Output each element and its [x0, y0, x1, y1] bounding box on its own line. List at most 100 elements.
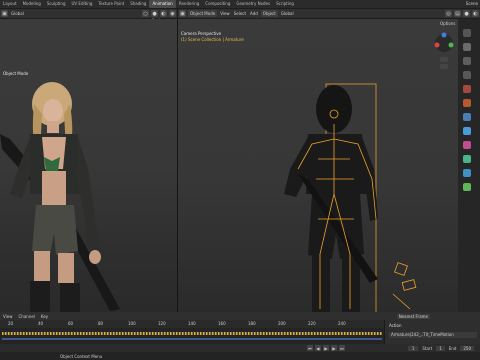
- output-properties-icon[interactable]: [463, 57, 471, 65]
- shading-material-icon[interactable]: ◐: [160, 10, 167, 17]
- zoom-icon: [440, 57, 448, 62]
- left-viewport-header: ▣ Global ○ ● ◐ ◉ Options: [0, 9, 177, 23]
- ruler-tick: 40: [38, 321, 44, 326]
- ruler-tick: 180: [248, 321, 256, 326]
- shading-material-icon[interactable]: ◐: [472, 10, 479, 17]
- keyframe-track[interactable]: [0, 328, 384, 344]
- timeline-menu-view[interactable]: View: [3, 314, 13, 319]
- properties-sidebar: [458, 19, 480, 312]
- wireframe-character: [284, 83, 417, 312]
- workspace-tab[interactable]: Texture Paint: [95, 0, 127, 8]
- ruler-tick: 20: [8, 321, 14, 326]
- workspace-tab[interactable]: Scripting: [273, 0, 297, 8]
- ruler-tick: 60: [68, 321, 74, 326]
- shading-render-icon[interactable]: ◉: [169, 10, 176, 17]
- modifier-properties-icon[interactable]: [463, 127, 471, 135]
- gizmo-y-axis: [448, 42, 454, 48]
- start-label: Start: [422, 345, 433, 351]
- menu-view[interactable]: View: [220, 11, 230, 16]
- next-key-icon[interactable]: ▶: [330, 345, 337, 351]
- playback-bar: ⏮ ◀ ▶ ▶ ⏭ 1 Start 1 End 250: [0, 344, 480, 352]
- neck: [47, 121, 59, 133]
- workspace-tab[interactable]: Compositing: [202, 0, 233, 8]
- workspace-tab[interactable]: Sculpting: [44, 0, 69, 8]
- render-properties-icon[interactable]: [463, 43, 471, 51]
- scene-selector[interactable]: Scene: [466, 1, 478, 6]
- workspace-tab[interactable]: Layout: [0, 0, 20, 8]
- timeline-menu-key[interactable]: Key: [41, 314, 48, 319]
- action-name-field[interactable]: Armature|242_..Tlt_TimeMotion: [389, 332, 477, 338]
- keyframe-row: [2, 332, 382, 335]
- end-field[interactable]: 250: [460, 345, 474, 351]
- status-text: Object Context Menu: [60, 353, 103, 359]
- workspace-tab[interactable]: UV Editing: [69, 0, 96, 8]
- wire-right-leg: [342, 257, 360, 312]
- shading-wire-icon[interactable]: ○: [142, 10, 149, 17]
- current-frame-field[interactable]: 1: [407, 345, 419, 351]
- left-view-label: Object Mode: [3, 71, 29, 76]
- wire-left-leg: [312, 255, 330, 312]
- view-layer-icon[interactable]: [463, 71, 471, 79]
- gizmo-x-axis: [434, 42, 440, 48]
- menu-add[interactable]: Add: [250, 11, 258, 16]
- particles-icon[interactable]: [463, 141, 471, 149]
- left-orientation[interactable]: Global: [11, 11, 24, 16]
- physics-icon[interactable]: [463, 155, 471, 163]
- shading-solid-icon[interactable]: ●: [463, 10, 470, 17]
- end-label: End: [448, 345, 457, 351]
- jump-end-icon[interactable]: ⏭: [338, 345, 345, 351]
- shorts: [32, 205, 78, 255]
- timeline-header: View Channel Key Nearest Frame: [0, 312, 480, 320]
- right-boot: [60, 283, 80, 312]
- workspace-tab[interactable]: Rendering: [176, 0, 202, 8]
- gizmo-z-axis: [441, 32, 447, 38]
- menu-object[interactable]: Object: [260, 10, 278, 17]
- ruler-tick: 220: [308, 321, 316, 326]
- workspace-tab-active[interactable]: Animation: [149, 0, 176, 8]
- left-viewport[interactable]: Object Mode: [0, 19, 177, 312]
- action-panel-title: Action: [389, 323, 402, 328]
- ruler-tick: 120: [158, 321, 166, 326]
- jump-start-icon[interactable]: ⏮: [306, 345, 313, 351]
- right-options[interactable]: Options: [440, 21, 455, 26]
- menu-select[interactable]: Select: [234, 11, 246, 16]
- ruler-tick: 140: [188, 321, 196, 326]
- workspace-bar: Layout Modeling Sculpting UV Editing Tex…: [0, 0, 480, 8]
- editor-type-icon[interactable]: ▣: [179, 10, 186, 17]
- status-bar: Object Context Menu: [0, 352, 480, 360]
- action-panel: Action Armature|242_..Tlt_TimeMotion: [384, 320, 480, 344]
- xray-icon[interactable]: ▤: [454, 10, 461, 17]
- right-hand: [89, 250, 101, 264]
- belly: [42, 171, 66, 205]
- orientation-dropdown[interactable]: Global: [281, 11, 294, 16]
- tool-properties-icon[interactable]: [463, 29, 471, 37]
- ruler-tick: 160: [218, 321, 226, 326]
- left-boot: [30, 281, 50, 312]
- editor-type-icon[interactable]: ▣: [1, 10, 8, 17]
- start-field[interactable]: 1: [436, 345, 445, 351]
- object-properties-icon[interactable]: [463, 113, 471, 121]
- play-icon[interactable]: ▶: [322, 345, 329, 351]
- timeline-menu-channel[interactable]: Channel: [19, 314, 35, 319]
- face: [43, 99, 63, 123]
- mode-dropdown[interactable]: Object Mode: [188, 10, 218, 17]
- rendered-character: [0, 82, 120, 312]
- data-properties-icon[interactable]: [463, 183, 471, 191]
- ruler-tick: 200: [278, 321, 286, 326]
- prev-key-icon[interactable]: ◀: [314, 345, 321, 351]
- pan-icon: [440, 64, 448, 69]
- right-viewport[interactable]: Camera Perspective (1) Scene Collection …: [178, 19, 458, 312]
- timeline-ruler[interactable]: 20 40 60 80 100 120 140 160 180 200 220 …: [0, 320, 384, 328]
- workspace-tab[interactable]: Shading: [127, 0, 149, 8]
- workspace-tab[interactable]: Modeling: [20, 0, 44, 8]
- constraints-icon[interactable]: [463, 169, 471, 177]
- workspace-tab[interactable]: Geometry Nodes: [233, 0, 273, 8]
- navigation-gizmo[interactable]: [430, 31, 458, 71]
- ruler-tick: 240: [338, 321, 346, 326]
- world-properties-icon[interactable]: [463, 99, 471, 107]
- wire-left-arm: [284, 137, 310, 197]
- scene-properties-icon[interactable]: [463, 85, 471, 93]
- shading-solid-icon[interactable]: ●: [151, 10, 158, 17]
- overlay-icon[interactable]: ◎: [445, 10, 452, 17]
- interpolation-dropdown[interactable]: Nearest Frame: [396, 313, 430, 319]
